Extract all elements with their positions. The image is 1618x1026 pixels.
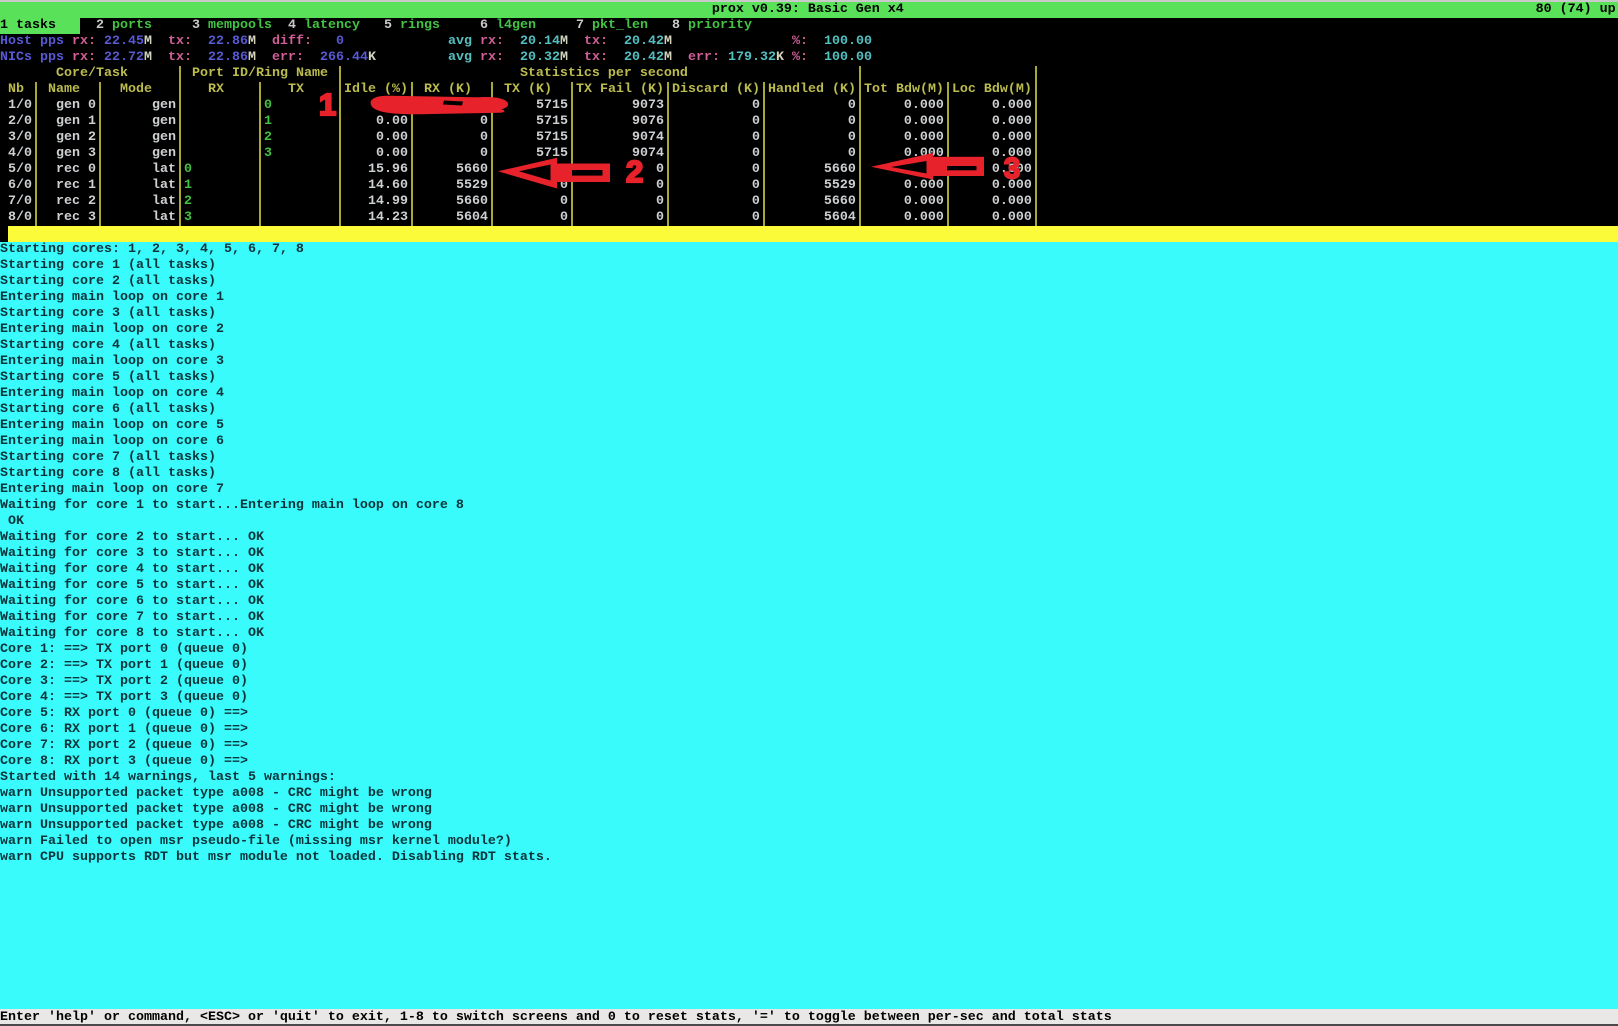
svg-text:3: 3	[1004, 153, 1020, 185]
svg-text:2: 2	[626, 154, 643, 189]
svg-text:1: 1	[319, 87, 336, 122]
